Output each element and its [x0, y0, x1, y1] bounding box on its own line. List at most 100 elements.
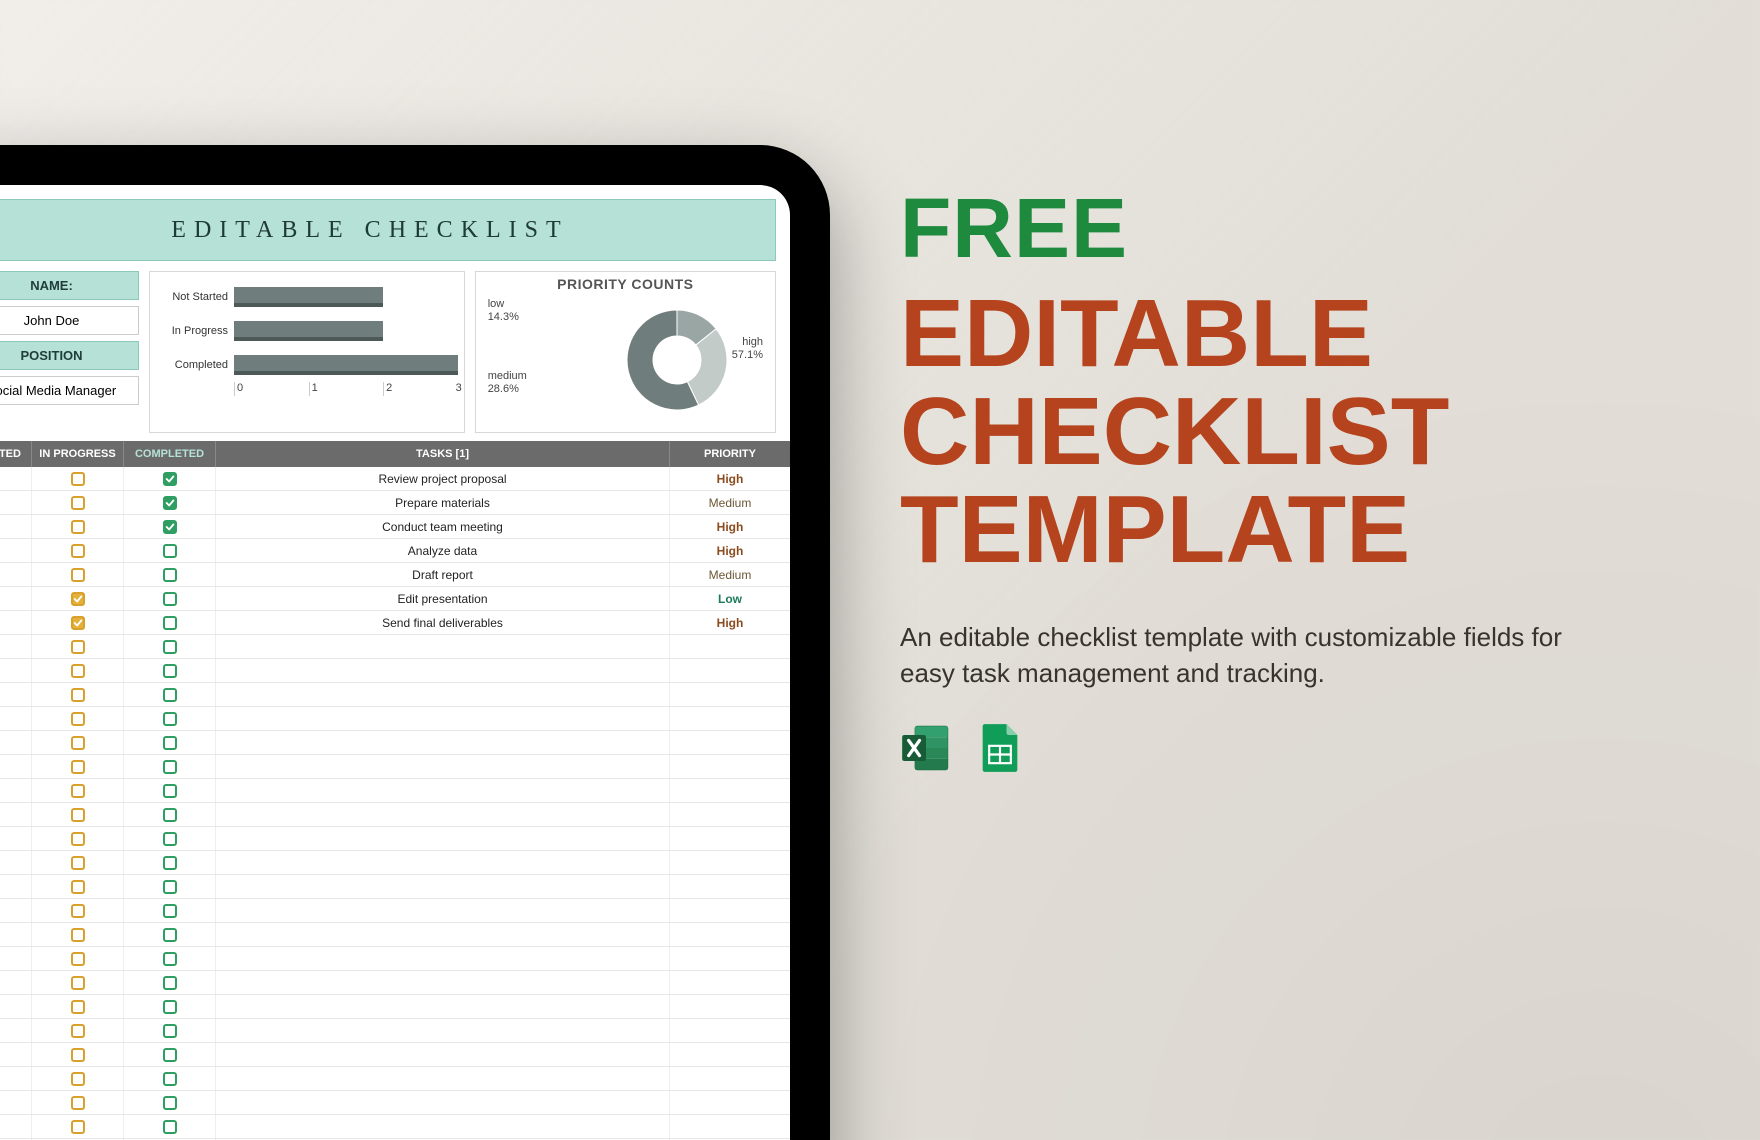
checkbox-in-progress[interactable]: [71, 520, 85, 534]
cell-priority[interactable]: High: [670, 611, 790, 634]
cell-priority[interactable]: [670, 635, 790, 658]
cell-task[interactable]: [216, 803, 670, 826]
cell-priority[interactable]: [670, 1043, 790, 1066]
checkbox-in-progress[interactable]: [71, 880, 85, 894]
cell-priority[interactable]: [670, 1115, 790, 1138]
cell-task[interactable]: Draft report: [216, 563, 670, 586]
checkbox-completed[interactable]: [163, 1024, 177, 1038]
checkbox-completed[interactable]: [163, 808, 177, 822]
cell-priority[interactable]: [670, 851, 790, 874]
header-tasks[interactable]: TASKS [1]: [216, 441, 670, 467]
checkbox-in-progress[interactable]: [71, 1120, 85, 1134]
checkbox-completed[interactable]: [163, 904, 177, 918]
cell-priority[interactable]: [670, 659, 790, 682]
cell-task[interactable]: [216, 1067, 670, 1090]
checkbox-in-progress[interactable]: [71, 544, 85, 558]
header-completed[interactable]: COMPLETED: [124, 441, 216, 467]
cell-priority[interactable]: [670, 875, 790, 898]
checkbox-completed[interactable]: [163, 976, 177, 990]
checkbox-in-progress[interactable]: [71, 688, 85, 702]
checkbox-completed[interactable]: [163, 1096, 177, 1110]
cell-priority[interactable]: [670, 803, 790, 826]
checkbox-in-progress[interactable]: [71, 712, 85, 726]
cell-task[interactable]: [216, 683, 670, 706]
cell-task[interactable]: Edit presentation: [216, 587, 670, 610]
checkbox-completed[interactable]: [163, 760, 177, 774]
checkbox-completed[interactable]: [163, 520, 177, 534]
cell-task[interactable]: [216, 995, 670, 1018]
cell-priority[interactable]: Medium: [670, 563, 790, 586]
cell-priority[interactable]: [670, 995, 790, 1018]
checkbox-completed[interactable]: [163, 928, 177, 942]
checkbox-in-progress[interactable]: [71, 856, 85, 870]
checkbox-in-progress[interactable]: [71, 472, 85, 486]
checkbox-in-progress[interactable]: [71, 904, 85, 918]
checkbox-completed[interactable]: [163, 712, 177, 726]
checkbox-completed[interactable]: [163, 616, 177, 630]
cell-priority[interactable]: [670, 1091, 790, 1114]
cell-task[interactable]: [216, 827, 670, 850]
cell-task[interactable]: Conduct team meeting: [216, 515, 670, 538]
checkbox-completed[interactable]: [163, 784, 177, 798]
cell-priority[interactable]: [670, 683, 790, 706]
cell-task[interactable]: [216, 755, 670, 778]
cell-task[interactable]: [216, 635, 670, 658]
checkbox-in-progress[interactable]: [71, 736, 85, 750]
cell-task[interactable]: [216, 731, 670, 754]
name-value[interactable]: John Doe: [0, 306, 139, 335]
checkbox-in-progress[interactable]: [71, 1048, 85, 1062]
checkbox-completed[interactable]: [163, 688, 177, 702]
cell-task[interactable]: Send final deliverables: [216, 611, 670, 634]
cell-priority[interactable]: [670, 707, 790, 730]
cell-priority[interactable]: [670, 923, 790, 946]
cell-task[interactable]: [216, 923, 670, 946]
cell-task[interactable]: [216, 1115, 670, 1138]
cell-task[interactable]: [216, 659, 670, 682]
checkbox-in-progress[interactable]: [71, 664, 85, 678]
header-in-progress[interactable]: IN PROGRESS: [32, 441, 124, 467]
checkbox-completed[interactable]: [163, 544, 177, 558]
checkbox-in-progress[interactable]: [71, 976, 85, 990]
checkbox-completed[interactable]: [163, 832, 177, 846]
cell-task[interactable]: [216, 707, 670, 730]
cell-priority[interactable]: High: [670, 467, 790, 490]
checkbox-completed[interactable]: [163, 1072, 177, 1086]
cell-priority[interactable]: [670, 971, 790, 994]
cell-priority[interactable]: [670, 1019, 790, 1042]
header-not-started[interactable]: T STARTED: [0, 441, 32, 467]
checkbox-completed[interactable]: [163, 640, 177, 654]
cell-priority[interactable]: Low: [670, 587, 790, 610]
checkbox-in-progress[interactable]: [71, 952, 85, 966]
checkbox-in-progress[interactable]: [71, 1000, 85, 1014]
cell-task[interactable]: [216, 779, 670, 802]
checkbox-completed[interactable]: [163, 592, 177, 606]
cell-priority[interactable]: Medium: [670, 491, 790, 514]
cell-task[interactable]: Review project proposal: [216, 467, 670, 490]
cell-task[interactable]: Prepare materials: [216, 491, 670, 514]
cell-priority[interactable]: High: [670, 515, 790, 538]
header-priority[interactable]: PRIORITY: [670, 441, 790, 467]
cell-priority[interactable]: [670, 827, 790, 850]
cell-priority[interactable]: [670, 731, 790, 754]
cell-priority[interactable]: [670, 755, 790, 778]
checkbox-completed[interactable]: [163, 568, 177, 582]
checkbox-in-progress[interactable]: [71, 1024, 85, 1038]
cell-task[interactable]: [216, 1019, 670, 1042]
cell-task[interactable]: [216, 875, 670, 898]
cell-priority[interactable]: [670, 947, 790, 970]
checkbox-in-progress[interactable]: [71, 1072, 85, 1086]
checkbox-completed[interactable]: [163, 1120, 177, 1134]
checkbox-in-progress[interactable]: [71, 616, 85, 630]
checkbox-completed[interactable]: [163, 952, 177, 966]
checkbox-in-progress[interactable]: [71, 832, 85, 846]
position-value[interactable]: Social Media Manager: [0, 376, 139, 405]
checkbox-completed[interactable]: [163, 472, 177, 486]
checkbox-completed[interactable]: [163, 496, 177, 510]
cell-priority[interactable]: [670, 779, 790, 802]
checkbox-in-progress[interactable]: [71, 592, 85, 606]
cell-priority[interactable]: [670, 899, 790, 922]
checkbox-completed[interactable]: [163, 664, 177, 678]
cell-priority[interactable]: [670, 1067, 790, 1090]
checkbox-in-progress[interactable]: [71, 496, 85, 510]
checkbox-in-progress[interactable]: [71, 1096, 85, 1110]
